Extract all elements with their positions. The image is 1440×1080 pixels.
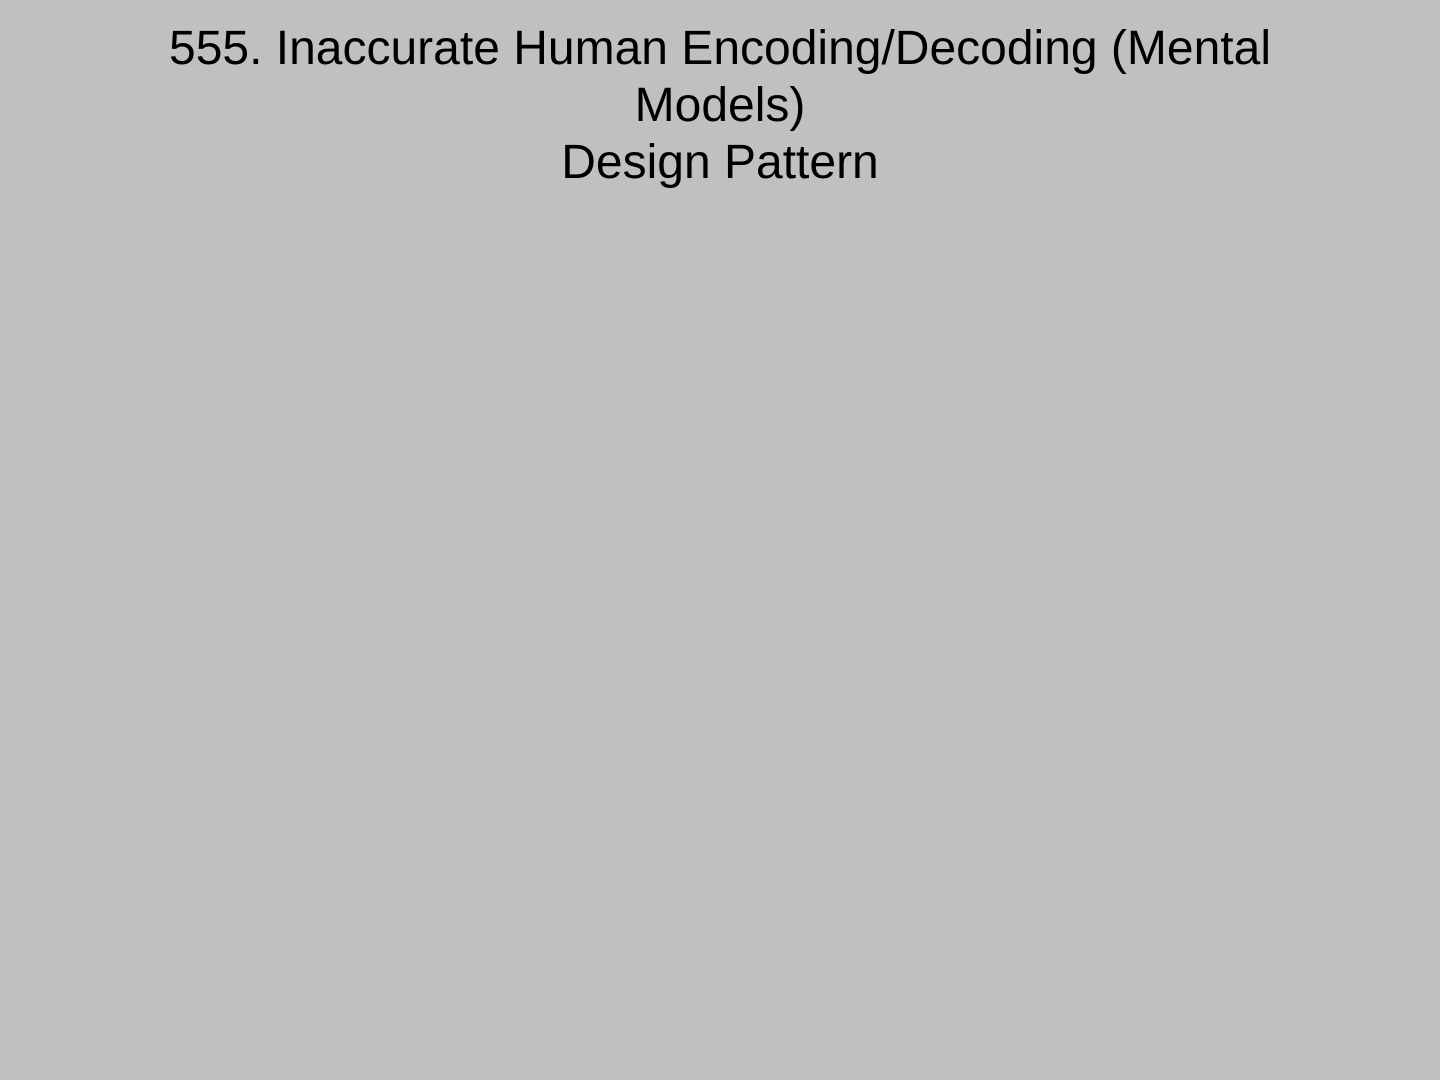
title-line-3: Design Pattern	[561, 136, 879, 189]
slide: 555. Inaccurate Human Encoding/Decoding …	[0, 0, 1440, 1080]
title-line-2: Models)	[634, 79, 806, 132]
title-line-1: 555. Inaccurate Human Encoding/Decoding …	[169, 22, 1271, 75]
slide-title: 555. Inaccurate Human Encoding/Decoding …	[120, 20, 1320, 191]
